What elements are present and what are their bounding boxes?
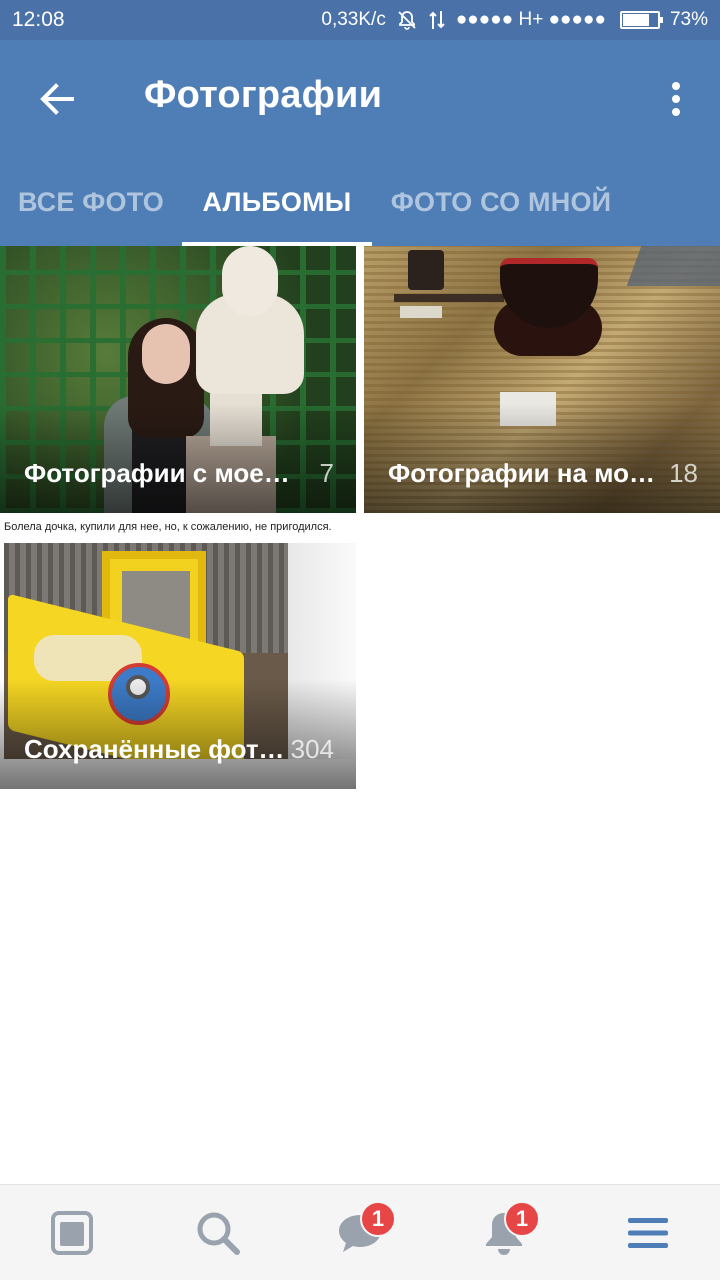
album-photo-count: 304	[290, 734, 334, 764]
tab-photos-with-me[interactable]: ФОТО СО МНОЙ	[372, 158, 630, 246]
status-time: 12:08	[12, 8, 65, 31]
net-speed: 0,33K/c	[321, 9, 386, 30]
more-options-button[interactable]	[654, 74, 698, 124]
album-card[interactable]: Фотографии на моей стене 18	[364, 246, 720, 513]
silent-bell-icon	[396, 9, 418, 31]
screen: 12:08 0,33K/c ●●●●● H+ ●●●●● 73% Фотогра…	[0, 0, 720, 1280]
album-title: Сохранённые фотографии	[24, 734, 292, 764]
album-card[interactable]: Болела дочка, купили для нее, но, к сожа…	[0, 515, 356, 789]
status-indicators: 0,33K/c ●●●●● H+ ●●●●● 73%	[321, 9, 708, 31]
battery-fill	[622, 14, 650, 26]
arrow-left-icon	[40, 83, 74, 115]
cover-caption: Болела дочка, купили для нее, но, к сожа…	[4, 521, 332, 533]
tab-albums[interactable]: АЛЬБОМЫ	[182, 158, 372, 246]
nav-messages[interactable]: 1	[324, 1199, 396, 1267]
status-bar: 12:08 0,33K/c ●●●●● H+ ●●●●● 73%	[0, 0, 720, 40]
album-photo-count: 18	[669, 458, 698, 488]
data-arrows-icon	[428, 9, 446, 31]
album-photo-count: 7	[319, 458, 334, 488]
album-title: Фотографии на моей стене	[388, 458, 656, 488]
menu-icon	[628, 1218, 668, 1248]
search-icon	[197, 1212, 240, 1255]
nav-search[interactable]	[182, 1199, 254, 1267]
news-icon	[51, 1211, 93, 1255]
battery-icon	[619, 11, 663, 29]
app-bar: Фотографии	[0, 40, 720, 158]
page-title: Фотографии	[144, 74, 383, 116]
back-button[interactable]	[34, 76, 80, 122]
messages-badge: 1	[360, 1201, 396, 1237]
tab-all-photos[interactable]: ВСЕ ФОТО	[0, 158, 182, 246]
nav-menu[interactable]	[612, 1199, 684, 1267]
notifications-badge: 1	[504, 1201, 540, 1237]
signal-indicators: ●●●●● H+ ●●●●●	[455, 9, 606, 30]
nav-news[interactable]	[36, 1199, 108, 1267]
battery-percent: 73%	[669, 9, 708, 30]
tab-bar: ВСЕ ФОТО АЛЬБОМЫ ФОТО СО МНОЙ	[0, 158, 720, 246]
bottom-navigation: 1 1	[0, 1184, 720, 1280]
more-vertical-icon	[672, 82, 680, 116]
album-card[interactable]: Фотографии с моей страницы 7	[0, 246, 356, 513]
nav-notifications[interactable]: 1	[468, 1199, 540, 1267]
album-title: Фотографии с моей страницы	[24, 458, 292, 488]
